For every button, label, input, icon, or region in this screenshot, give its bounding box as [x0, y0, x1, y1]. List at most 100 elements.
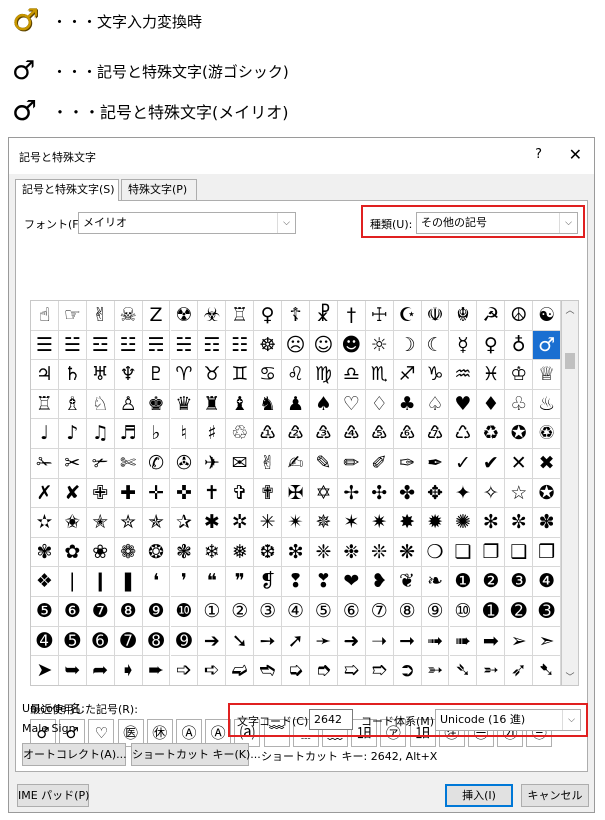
- symbol-cell[interactable]: ➝: [365, 626, 394, 657]
- symbol-cell[interactable]: ✣: [365, 478, 394, 509]
- symbol-cell[interactable]: ✐: [365, 449, 394, 479]
- symbol-cell[interactable]: ♮: [170, 419, 199, 449]
- symbol-cell[interactable]: ♟: [282, 389, 310, 420]
- symbol-cell[interactable]: ♸: [393, 419, 422, 449]
- symbol-cell[interactable]: ✠: [282, 478, 310, 509]
- symbol-cell[interactable]: ✾: [31, 537, 59, 568]
- symbol-cell[interactable]: ☭: [477, 301, 506, 331]
- symbol-cell[interactable]: ✌: [86, 301, 115, 331]
- symbol-cell[interactable]: ❦: [393, 567, 422, 597]
- symbol-cell[interactable]: ✷: [365, 508, 394, 538]
- symbol-cell[interactable]: ♻: [477, 419, 506, 449]
- tab-special-characters[interactable]: 特殊文字(P): [121, 179, 197, 200]
- symbol-cell[interactable]: ✿: [58, 537, 87, 568]
- symbol-cell[interactable]: ☦: [282, 301, 310, 331]
- symbol-cell[interactable]: ☷: [226, 330, 255, 361]
- symbol-cell[interactable]: ❶: [449, 567, 478, 597]
- symbol-cell[interactable]: ✎: [310, 449, 338, 479]
- symbol-cell[interactable]: ❅: [226, 537, 255, 568]
- symbol-cell[interactable]: ♕: [533, 360, 561, 390]
- symbol-cell[interactable]: ❁: [114, 537, 143, 568]
- symbol-cell[interactable]: ❹: [533, 567, 561, 597]
- symbol-cell[interactable]: ✧: [477, 478, 506, 509]
- symbol-cell[interactable]: ✘: [58, 478, 87, 509]
- symbol-cell[interactable]: ✯: [142, 508, 171, 538]
- symbol-cell[interactable]: ✚: [114, 478, 143, 509]
- symbol-cell[interactable]: ✹: [421, 508, 450, 538]
- symbol-cell[interactable]: ➧: [114, 656, 143, 685]
- symbol-cell[interactable]: ♷: [365, 419, 394, 449]
- symbol-cell[interactable]: ✡: [310, 478, 338, 509]
- symbol-cell[interactable]: ➩: [170, 656, 199, 685]
- symbol-cell[interactable]: ♒: [449, 360, 478, 390]
- symbol-cell[interactable]: ⑩: [449, 597, 478, 627]
- symbol-cell[interactable]: ♋: [254, 360, 283, 390]
- symbol-cell[interactable]: ☠: [114, 301, 143, 331]
- symbol-cell[interactable]: ➣: [533, 626, 561, 657]
- symbol-cell[interactable]: ✒: [421, 449, 450, 479]
- symbol-cell[interactable]: ☩: [365, 301, 394, 331]
- symbol-cell[interactable]: ☿: [449, 330, 478, 361]
- symbol-cell[interactable]: ☆: [505, 478, 534, 509]
- symbol-cell[interactable]: ✫: [31, 508, 59, 538]
- symbol-cell[interactable]: ♏: [365, 360, 394, 390]
- symbol-cell[interactable]: ☾: [421, 330, 450, 361]
- symbol-cell[interactable]: ✪: [505, 419, 534, 449]
- symbol-cell[interactable]: ♉: [198, 360, 227, 390]
- symbol-cell[interactable]: ⑧: [393, 597, 422, 627]
- symbol-cell[interactable]: ➔: [198, 626, 227, 657]
- symbol-cell[interactable]: ❖: [31, 567, 59, 597]
- symbol-cell[interactable]: ☢: [170, 301, 199, 331]
- symbol-cell[interactable]: ♛: [170, 389, 199, 420]
- symbol-cell[interactable]: ✏: [337, 449, 366, 479]
- symbol-cell[interactable]: ❛: [142, 567, 171, 597]
- symbol-cell[interactable]: ➊: [477, 597, 506, 627]
- symbol-cell[interactable]: ❃: [170, 537, 199, 568]
- symbol-cell[interactable]: ➬: [254, 656, 283, 685]
- symbol-cell[interactable]: ➡: [477, 626, 506, 657]
- symbol-cell[interactable]: ✽: [533, 508, 561, 538]
- symbol-cell[interactable]: ✻: [477, 508, 506, 538]
- ime-pad-button[interactable]: IME パッド(P): [17, 784, 89, 807]
- symbol-cell[interactable]: ⑤: [310, 597, 338, 627]
- symbol-cell[interactable]: ✓: [449, 449, 478, 479]
- symbol-cell[interactable]: ♧: [505, 389, 534, 420]
- symbol-cell[interactable]: ✜: [170, 478, 199, 509]
- scroll-down-icon[interactable]: ﹀: [562, 670, 578, 683]
- tab-symbols[interactable]: 記号と特殊文字(S): [15, 179, 119, 201]
- symbol-cell[interactable]: ➲: [393, 656, 422, 685]
- symbol-cell[interactable]: ✕: [505, 449, 534, 479]
- symbol-cell[interactable]: ➒: [170, 626, 199, 657]
- close-button[interactable]: ✕: [569, 145, 582, 164]
- symbol-cell[interactable]: ♨: [533, 389, 561, 420]
- symbol-cell[interactable]: ♬: [114, 419, 143, 449]
- symbol-cell[interactable]: ♡: [337, 389, 366, 420]
- symbol-cell[interactable]: ✴: [282, 508, 310, 538]
- symbol-cell[interactable]: ❉: [337, 537, 366, 568]
- symbol-cell[interactable]: ♠: [310, 389, 338, 420]
- symbol-cell[interactable]: ➷: [533, 656, 561, 685]
- symbol-cell[interactable]: ➮: [310, 656, 338, 685]
- symbol-cell[interactable]: ✸: [393, 508, 422, 538]
- symbol-cell[interactable]: ❏: [449, 537, 478, 568]
- symbol-cell[interactable]: ❘: [58, 567, 87, 597]
- symbol-cell[interactable]: ✈: [198, 449, 227, 479]
- symbol-cell[interactable]: ☼: [365, 330, 394, 361]
- symbol-cell[interactable]: ♞: [254, 389, 283, 420]
- symbol-cell[interactable]: ❣: [310, 567, 338, 597]
- symbol-cell[interactable]: ✍: [282, 449, 310, 479]
- symbol-cell[interactable]: ➵: [477, 656, 506, 685]
- symbol-cell[interactable]: ✔: [477, 449, 506, 479]
- symbol-cell[interactable]: ☞: [58, 301, 87, 331]
- symbol-cell[interactable]: ♙: [114, 389, 143, 420]
- symbol-cell[interactable]: ➭: [282, 656, 310, 685]
- symbol-cell[interactable]: ♊: [226, 360, 255, 390]
- symbol-cell[interactable]: ❑: [505, 537, 534, 568]
- symbol-cell[interactable]: ✭: [86, 508, 115, 538]
- symbol-cell[interactable]: ♈: [170, 360, 199, 390]
- symbol-cell[interactable]: ➋: [505, 597, 534, 627]
- code-system-select[interactable]: Unicode (16 進) ⌵: [435, 709, 581, 731]
- autocorrect-button[interactable]: オートコレクト(A)...: [22, 743, 127, 766]
- symbol-cell[interactable]: ♴: [282, 419, 310, 449]
- symbol-cell[interactable]: ➦: [86, 656, 115, 685]
